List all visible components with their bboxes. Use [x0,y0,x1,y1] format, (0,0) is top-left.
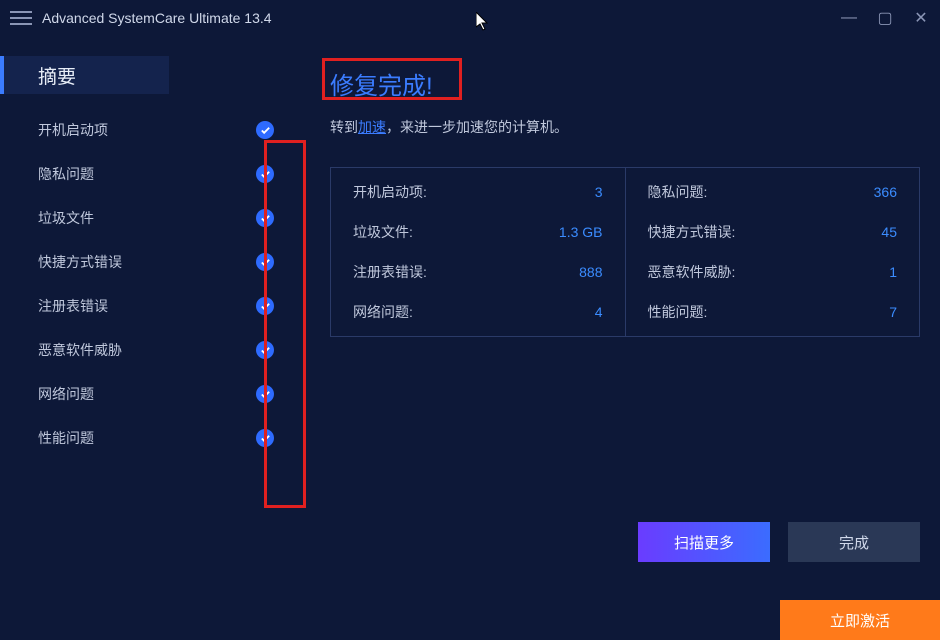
minimize-button[interactable]: — [840,9,858,27]
sidebar-item-label: 开机启动项 [38,120,108,140]
check-icon [256,385,274,403]
subline-suffix: ，来进一步加速您的计算机。 [386,119,568,135]
sidebar-item-label: 恶意软件威胁 [38,340,122,360]
done-button[interactable]: 完成 [788,522,920,562]
check-icon [256,341,274,359]
check-icon [256,209,274,227]
content: 修复完成! 转到加速，来进一步加速您的计算机。 开机启动项: 3 垃圾文件: 1… [310,36,940,640]
sidebar-item-junk[interactable]: 垃圾文件 [0,196,310,240]
stat-label: 注册表错误: [353,262,427,282]
sidebar-item-registry[interactable]: 注册表错误 [0,284,310,328]
stats-grid: 开机启动项: 3 垃圾文件: 1.3 GB 注册表错误: 888 网络问题: 4 [330,167,920,337]
scan-more-button[interactable]: 扫描更多 [638,522,770,562]
stat-label: 隐私问题: [648,182,708,202]
stat-value: 4 [595,304,603,320]
sidebar-item-startup[interactable]: 开机启动项 [0,108,310,152]
menu-icon[interactable] [10,7,32,29]
sidebar-item-privacy[interactable]: 隐私问题 [0,152,310,196]
check-icon [256,165,274,183]
stat-row: 垃圾文件: 1.3 GB [331,212,625,252]
app-title: Advanced SystemCare Ultimate 13.4 [42,10,840,26]
check-icon [256,253,274,271]
stat-label: 恶意软件威胁: [648,262,736,282]
stat-label: 垃圾文件: [353,222,413,242]
check-icon [256,429,274,447]
sidebar-item-label: 性能问题 [38,428,94,448]
headline: 修复完成! [330,66,433,101]
stat-label: 快捷方式错误: [648,222,736,242]
stat-value: 1 [889,264,897,280]
subline-prefix: 转到 [330,119,358,135]
window-controls: — ▢ ✕ [840,8,930,28]
stats-col-left: 开机启动项: 3 垃圾文件: 1.3 GB 注册表错误: 888 网络问题: 4 [331,168,626,336]
stat-value: 7 [889,304,897,320]
stat-value: 888 [579,264,602,280]
close-button[interactable]: ✕ [912,8,930,28]
stat-row: 性能问题: 7 [626,292,920,332]
stat-value: 1.3 GB [559,224,603,240]
stat-row: 隐私问题: 366 [626,172,920,212]
stat-row: 注册表错误: 888 [331,252,625,292]
titlebar: Advanced SystemCare Ultimate 13.4 — ▢ ✕ [0,0,940,36]
stats-col-right: 隐私问题: 366 快捷方式错误: 45 恶意软件威胁: 1 性能问题: 7 [626,168,920,336]
stat-value: 3 [595,184,603,200]
stat-value: 45 [881,224,897,240]
stat-value: 366 [874,184,897,200]
stat-label: 性能问题: [648,302,708,322]
check-icon [256,121,274,139]
sidebar-item-label: 快捷方式错误 [38,252,122,272]
sidebar-item-malware[interactable]: 恶意软件威胁 [0,328,310,372]
subline: 转到加速，来进一步加速您的计算机。 [330,117,920,137]
stat-label: 网络问题: [353,302,413,322]
sidebar-item-shortcut[interactable]: 快捷方式错误 [0,240,310,284]
accelerate-link[interactable]: 加速 [358,119,386,135]
sidebar-item-label: 网络问题 [38,384,94,404]
check-icon [256,297,274,315]
button-row: 扫描更多 完成 [638,522,920,562]
stat-row: 网络问题: 4 [331,292,625,332]
stat-row: 快捷方式错误: 45 [626,212,920,252]
activate-button[interactable]: 立即激活 [780,600,940,640]
sidebar-item-performance[interactable]: 性能问题 [0,416,310,460]
stat-row: 开机启动项: 3 [331,172,625,212]
sidebar-summary-label: 摘要 [38,62,76,89]
sidebar: 摘要 开机启动项 隐私问题 垃圾文件 快捷方式错误 注册表错误 [0,36,310,640]
sidebar-summary[interactable]: 摘要 [0,50,310,100]
stat-row: 恶意软件威胁: 1 [626,252,920,292]
sidebar-item-network[interactable]: 网络问题 [0,372,310,416]
sidebar-item-label: 垃圾文件 [38,208,94,228]
sidebar-item-label: 注册表错误 [38,296,108,316]
sidebar-item-label: 隐私问题 [38,164,94,184]
stat-label: 开机启动项: [353,182,427,202]
maximize-button[interactable]: ▢ [876,8,894,28]
